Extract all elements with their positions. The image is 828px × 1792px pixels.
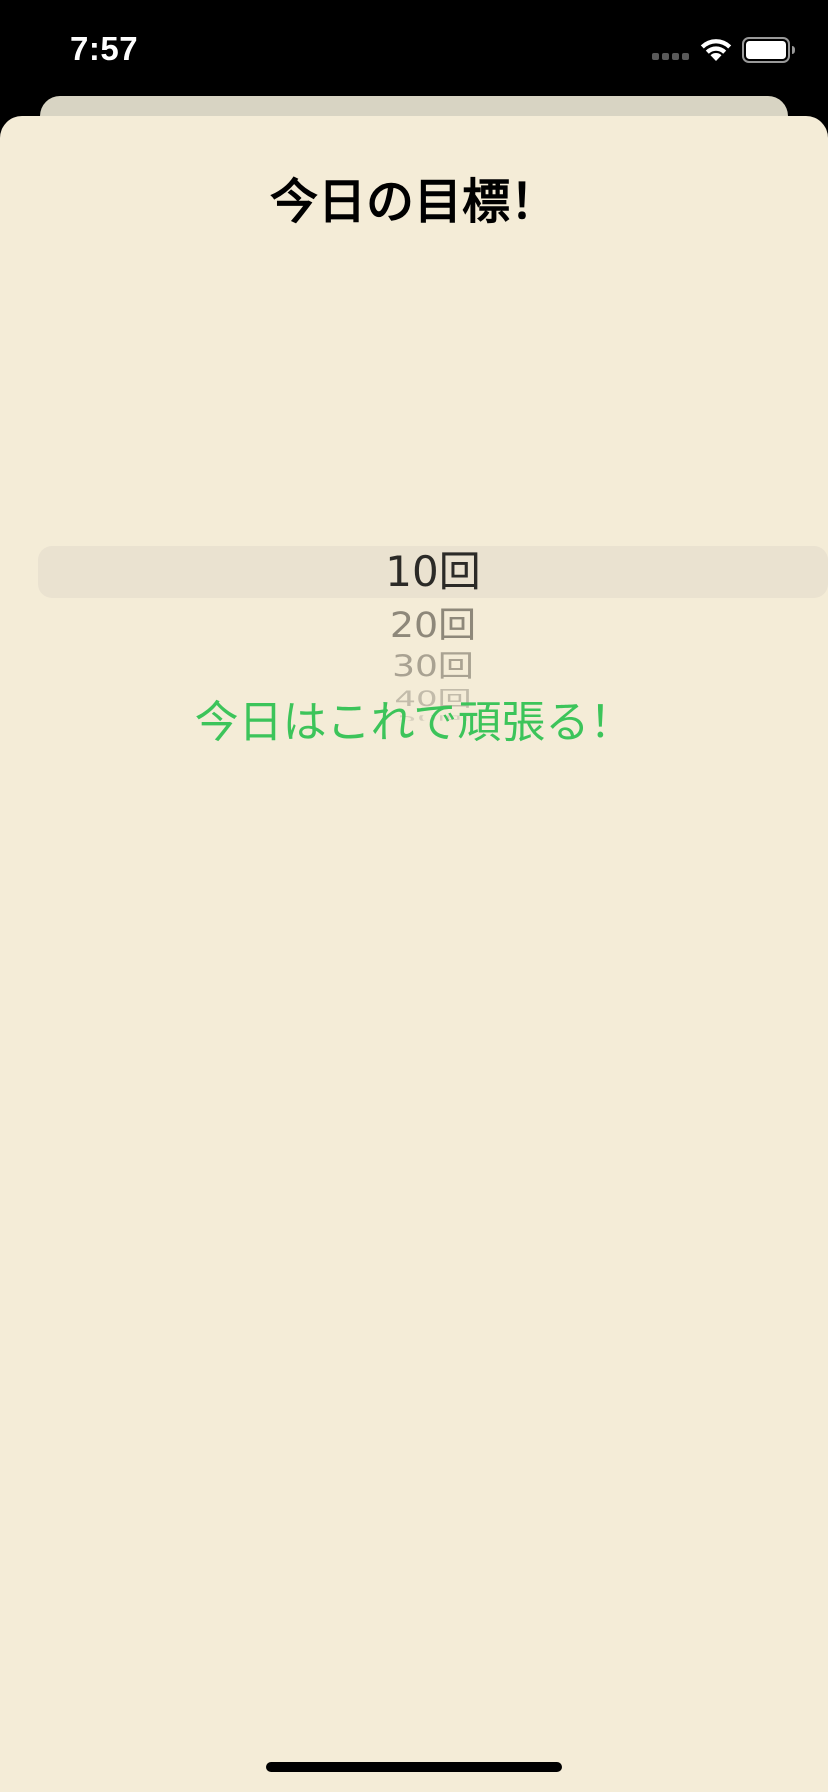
status-time: 7:57 [70,30,139,67]
confirm-goal-button[interactable]: 今日はこれで頑張る！ [0,688,828,758]
picker-option[interactable]: 20回 [38,606,828,645]
screen: 7:57 今日の目標！ 10回 20回 30回 40回 50回 今日はこれで頑張… [0,0,828,1792]
home-indicator[interactable] [266,1762,562,1772]
wifi-icon [700,39,732,61]
signal-dots-icon [652,53,689,60]
goal-sheet: 今日の目標！ 10回 20回 30回 40回 50回 今日はこれで頑張る！ [0,116,828,1792]
page-title: 今日の目標！ [269,174,558,230]
status-bar: 7:57 [0,0,828,96]
battery-icon [742,37,795,63]
picker-option[interactable]: 30回 [38,651,828,682]
picker-option-selected[interactable]: 10回 [38,546,828,598]
